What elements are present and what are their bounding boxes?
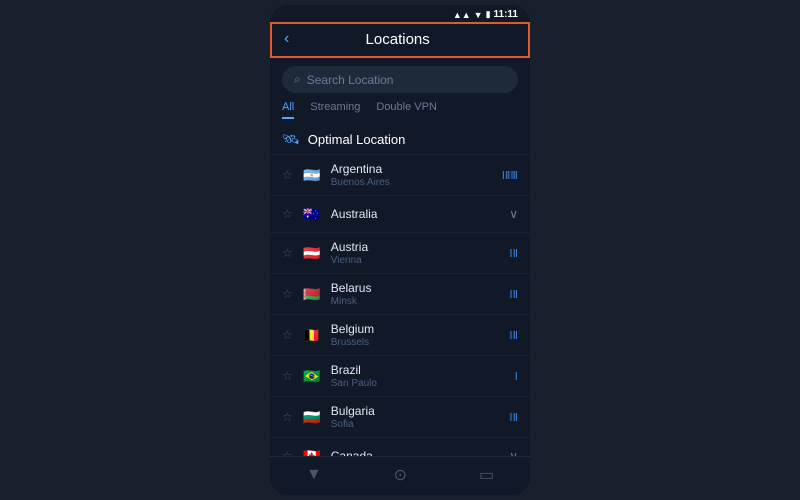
location-info-belarus: Belarus Minsk (331, 281, 502, 307)
flag-argentina: 🇦🇷 (301, 164, 323, 186)
location-city: Buenos Aires (331, 177, 494, 188)
optimal-location-row[interactable]: 🛰 Optimal Location (270, 123, 530, 154)
tab-all[interactable]: All (282, 101, 294, 119)
search-icon: ⌕ (294, 72, 301, 87)
flag-belgium: 🇧🇪 (301, 324, 323, 346)
status-icons: ▲▲ ▼ ▮ 11:11 (453, 9, 518, 20)
signal-icon: ▲▲ (453, 10, 471, 20)
search-bar[interactable]: ⌕ Search Location (282, 66, 518, 93)
location-city: Sofia (331, 419, 502, 430)
signal-strength-icon: ⅠⅡ (509, 411, 518, 424)
nav-recents-icon[interactable]: ▭ (479, 465, 494, 485)
flag-brazil: 🇧🇷 (301, 365, 323, 387)
star-icon[interactable]: ☆ (282, 207, 293, 221)
location-info-belgium: Belgium Brussels (331, 322, 502, 348)
star-icon[interactable]: ☆ (282, 328, 293, 342)
location-name: Australia (331, 207, 501, 221)
list-item[interactable]: ☆ 🇨🇦 Canada ∨ (270, 437, 530, 456)
back-button[interactable]: ‹ (284, 30, 289, 48)
signal-strength-icon: ⅠⅡⅢ (502, 169, 518, 182)
star-icon[interactable]: ☆ (282, 246, 293, 260)
battery-icon: ▮ (486, 9, 491, 20)
location-name: Belgium (331, 322, 502, 336)
star-icon[interactable]: ☆ (282, 449, 293, 456)
location-info-austria: Austria Vienna (331, 240, 502, 266)
search-placeholder: Search Location (307, 73, 394, 87)
location-name: Canada (331, 449, 501, 456)
signal-strength-icon: ⅠⅡ (509, 247, 518, 260)
location-name: Belarus (331, 281, 502, 295)
star-icon[interactable]: ☆ (282, 287, 293, 301)
status-time: 11:11 (494, 9, 518, 20)
list-item[interactable]: ☆ 🇧🇬 Bulgaria Sofia ⅠⅡ (270, 396, 530, 437)
location-name: Brazil (331, 363, 507, 377)
star-icon[interactable]: ☆ (282, 369, 293, 383)
flag-australia: 🇦🇺 (301, 203, 323, 225)
location-info-bulgaria: Bulgaria Sofia (331, 404, 502, 430)
page-title: Locations (297, 31, 498, 48)
list-item[interactable]: ☆ 🇦🇺 Australia ∨ (270, 195, 530, 232)
location-info-australia: Australia (331, 207, 501, 221)
nav-home-icon[interactable]: ⊙ (394, 465, 407, 485)
tab-streaming[interactable]: Streaming (310, 101, 360, 119)
nav-back-icon[interactable]: ▼ (306, 466, 322, 484)
wifi-icon: ▼ (474, 10, 483, 20)
star-icon[interactable]: ☆ (282, 168, 293, 182)
signal-strength-icon: ⅠⅡ (509, 288, 518, 301)
location-city: San Paulo (331, 378, 507, 389)
location-info-canada: Canada (331, 449, 501, 456)
list-item[interactable]: ☆ 🇦🇷 Argentina Buenos Aires ⅠⅡⅢ (270, 154, 530, 195)
chevron-down-icon: ∨ (509, 207, 518, 221)
flag-bulgaria: 🇧🇬 (301, 406, 323, 428)
location-city: Brussels (331, 337, 502, 348)
signal-strength-icon: Ⅰ (515, 370, 518, 383)
list-item[interactable]: ☆ 🇧🇪 Belgium Brussels ⅠⅡ (270, 314, 530, 355)
header: ‹ Locations (270, 22, 530, 58)
optimal-label: Optimal Location (308, 132, 406, 147)
location-info-brazil: Brazil San Paulo (331, 363, 507, 389)
list-item[interactable]: ☆ 🇦🇹 Austria Vienna ⅠⅡ (270, 232, 530, 273)
location-city: Vienna (331, 255, 502, 266)
status-bar: ▲▲ ▼ ▮ 11:11 (270, 5, 530, 22)
list-item[interactable]: ☆ 🇧🇷 Brazil San Paulo Ⅰ (270, 355, 530, 396)
location-name: Argentina (331, 162, 494, 176)
tabs-container: All Streaming Double VPN (270, 101, 530, 119)
flag-canada: 🇨🇦 (301, 445, 323, 456)
location-name: Austria (331, 240, 502, 254)
flag-austria: 🇦🇹 (301, 242, 323, 264)
flag-belarus: 🇧🇾 (301, 283, 323, 305)
bottom-navigation: ▼ ⊙ ▭ (270, 456, 530, 495)
chevron-down-icon: ∨ (509, 449, 518, 456)
signal-strength-icon: ⅠⅡ (509, 329, 518, 342)
location-list: 🛰 Optimal Location ☆ 🇦🇷 Argentina Buenos… (270, 123, 530, 456)
location-city: Minsk (331, 296, 502, 307)
tab-double-vpn[interactable]: Double VPN (376, 101, 437, 119)
list-item[interactable]: ☆ 🇧🇾 Belarus Minsk ⅠⅡ (270, 273, 530, 314)
phone-container: ▲▲ ▼ ▮ 11:11 ‹ Locations ⌕ Search Locati… (270, 5, 530, 495)
star-icon[interactable]: ☆ (282, 410, 293, 424)
location-info-argentina: Argentina Buenos Aires (331, 162, 494, 188)
location-name: Bulgaria (331, 404, 502, 418)
optimal-icon: 🛰 (282, 131, 300, 148)
